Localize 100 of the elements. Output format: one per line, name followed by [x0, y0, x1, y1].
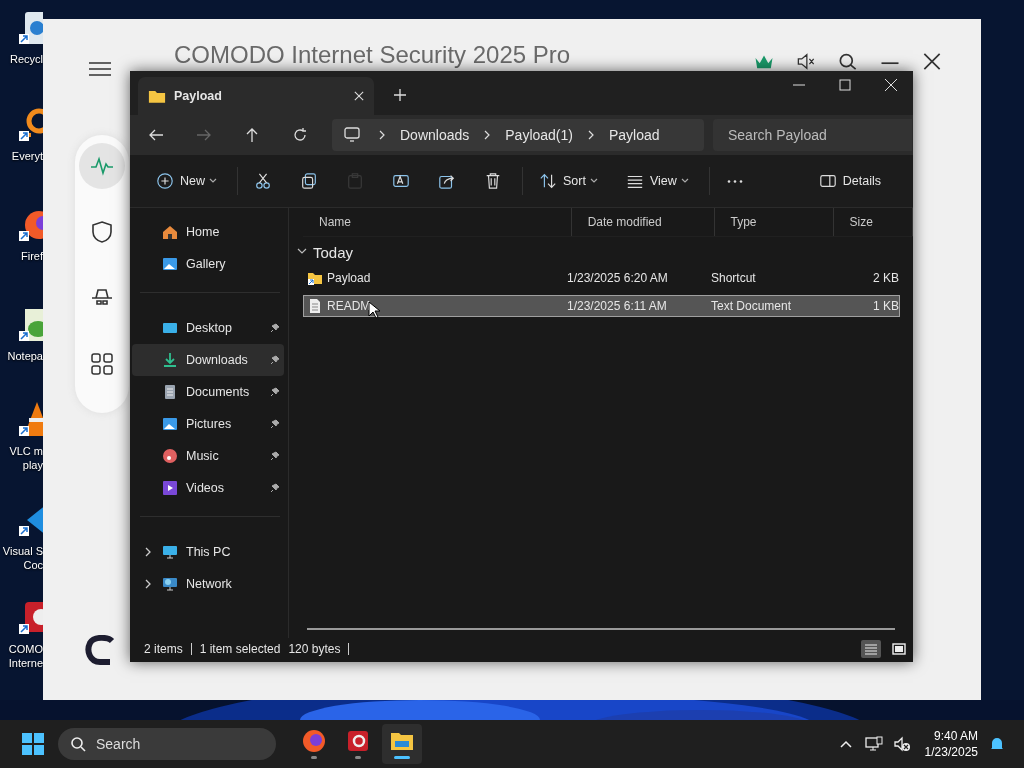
- nav-item[interactable]: Music: [132, 440, 284, 472]
- pin-icon[interactable]: [270, 355, 280, 365]
- status-text: 1 item selected: [199, 642, 281, 656]
- type-cell-text: Text Document: [710, 299, 793, 313]
- group-header[interactable]: Today: [297, 237, 913, 267]
- nav-item[interactable]: This PC: [132, 536, 284, 568]
- nav-item[interactable]: Downloads: [132, 344, 284, 376]
- toolbar-button[interactable]: New: [148, 165, 225, 197]
- list-icon: [864, 643, 878, 655]
- clipboard-icon: [346, 172, 364, 190]
- expand-icon[interactable]: [144, 547, 152, 557]
- search-icon: [70, 736, 86, 752]
- search-field[interactable]: Search: [58, 728, 276, 760]
- monitor-icon: [344, 127, 360, 143]
- desktop-icon-label: VLC m play: [9, 444, 43, 472]
- chevron-icon: [483, 130, 492, 140]
- close-icon[interactable]: [885, 79, 897, 91]
- date-cell-text: 1/23/2025 6:11 AM: [566, 299, 668, 313]
- file-row[interactable]: READM 1/23/2025 6:11 AM Text Document 1 KB: [303, 295, 900, 317]
- view-toggle[interactable]: [889, 640, 909, 658]
- nav-item[interactable]: Network: [132, 568, 284, 600]
- network-icon: [162, 576, 178, 592]
- new-tab-icon[interactable]: [394, 89, 406, 101]
- tab[interactable]: Payload: [138, 77, 374, 115]
- copy-icon: [300, 172, 318, 190]
- nav-item[interactable]: Videos: [132, 472, 284, 504]
- date-cell-text: 1/23/2025 6:20 AM: [566, 271, 669, 285]
- maximize-icon[interactable]: [839, 79, 851, 91]
- pin-icon[interactable]: [270, 419, 280, 429]
- monitor-icon: [162, 320, 178, 336]
- grid-icon: [90, 352, 114, 376]
- image-icon: [162, 256, 178, 272]
- trash-icon: [484, 172, 502, 190]
- scissors-icon: [254, 172, 272, 190]
- clock-date[interactable]: 1/23/2025: [924, 744, 978, 760]
- app-indicator: [311, 756, 317, 759]
- clock-time[interactable]: 9:40 AM: [933, 728, 978, 744]
- start-icon[interactable]: [21, 732, 45, 756]
- column-header[interactable]: Name: [303, 208, 572, 236]
- desktop-icon-label: Notepa: [7, 349, 43, 363]
- toolbar-button[interactable]: Details: [810, 165, 889, 197]
- home-icon: [162, 224, 178, 240]
- close-icon[interactable]: [921, 53, 943, 70]
- app-indicator: [355, 756, 361, 759]
- size-cell-text: 1 KB: [872, 299, 899, 313]
- pin-icon[interactable]: [270, 451, 280, 461]
- address-bar[interactable]: Downloads Payload(1) Payload: [332, 119, 704, 151]
- forward-icon[interactable]: [196, 127, 212, 143]
- window-icon: [892, 643, 906, 655]
- nav-item[interactable]: Gallery: [132, 248, 284, 280]
- chevron-icon: [586, 130, 595, 140]
- download-icon: [162, 352, 178, 368]
- network-icon[interactable]: [864, 736, 883, 752]
- file-row[interactable]: Payload 1/23/2025 6:20 AM Shortcut 2 KB: [303, 267, 900, 289]
- back-icon[interactable]: [148, 127, 164, 143]
- close-icon[interactable]: [354, 91, 364, 101]
- breadcrumb-item[interactable]: Payload: [608, 127, 660, 143]
- view-toggle[interactable]: [861, 640, 881, 658]
- app-icon: [346, 729, 370, 753]
- nav-item[interactable]: Desktop: [132, 312, 284, 344]
- desktop-icon-label: COMO Interne: [8, 642, 43, 670]
- folder-shortcut-icon: [307, 270, 323, 286]
- taskbar-app[interactable]: [382, 724, 422, 764]
- desktop-icon-label: Everyt: [11, 149, 43, 163]
- breadcrumb-item[interactable]: Payload(1): [505, 127, 573, 143]
- scrollbar[interactable]: [307, 628, 895, 630]
- breadcrumb-item[interactable]: Downloads: [400, 127, 470, 143]
- mute-icon[interactable]: [892, 736, 911, 752]
- sort-icon: [539, 172, 557, 190]
- pin-icon[interactable]: [270, 387, 280, 397]
- up-icon[interactable]: [244, 127, 260, 143]
- folder-icon: [148, 88, 166, 104]
- toolbar-button[interactable]: View: [617, 165, 697, 197]
- column-header[interactable]: Size: [833, 208, 913, 236]
- file-name: READM: [327, 299, 371, 313]
- column-header[interactable]: Date modified: [571, 208, 715, 236]
- more-icon: [725, 178, 744, 184]
- pin-icon[interactable]: [270, 483, 280, 493]
- pin-icon[interactable]: [270, 323, 280, 333]
- search-icon[interactable]: [837, 53, 859, 70]
- menu-icon[interactable]: [88, 61, 112, 77]
- logo-icon: [84, 635, 116, 665]
- desktop-icon-label: Recycl: [10, 52, 43, 66]
- desktop-icon-label: Firef: [21, 249, 43, 263]
- mute-icon[interactable]: [795, 53, 817, 70]
- shield-icon: [90, 220, 114, 244]
- expand-icon[interactable]: [144, 579, 152, 589]
- crown-icon[interactable]: [753, 53, 775, 70]
- size-cell-text: 2 KB: [872, 271, 899, 285]
- panel-icon: [818, 172, 837, 190]
- nav-item[interactable]: Home: [132, 216, 284, 248]
- nav-item[interactable]: Pictures: [132, 408, 284, 440]
- refresh-icon[interactable]: [292, 127, 308, 143]
- file-name: Payload: [327, 271, 371, 285]
- search-field[interactable]: Search Payload: [713, 119, 912, 151]
- column-header[interactable]: Type: [714, 208, 834, 236]
- nav-item[interactable]: Documents: [132, 376, 284, 408]
- monitor-icon: [162, 544, 178, 560]
- toolbar-button[interactable]: Sort: [531, 165, 606, 197]
- browser-icon: [302, 729, 326, 753]
